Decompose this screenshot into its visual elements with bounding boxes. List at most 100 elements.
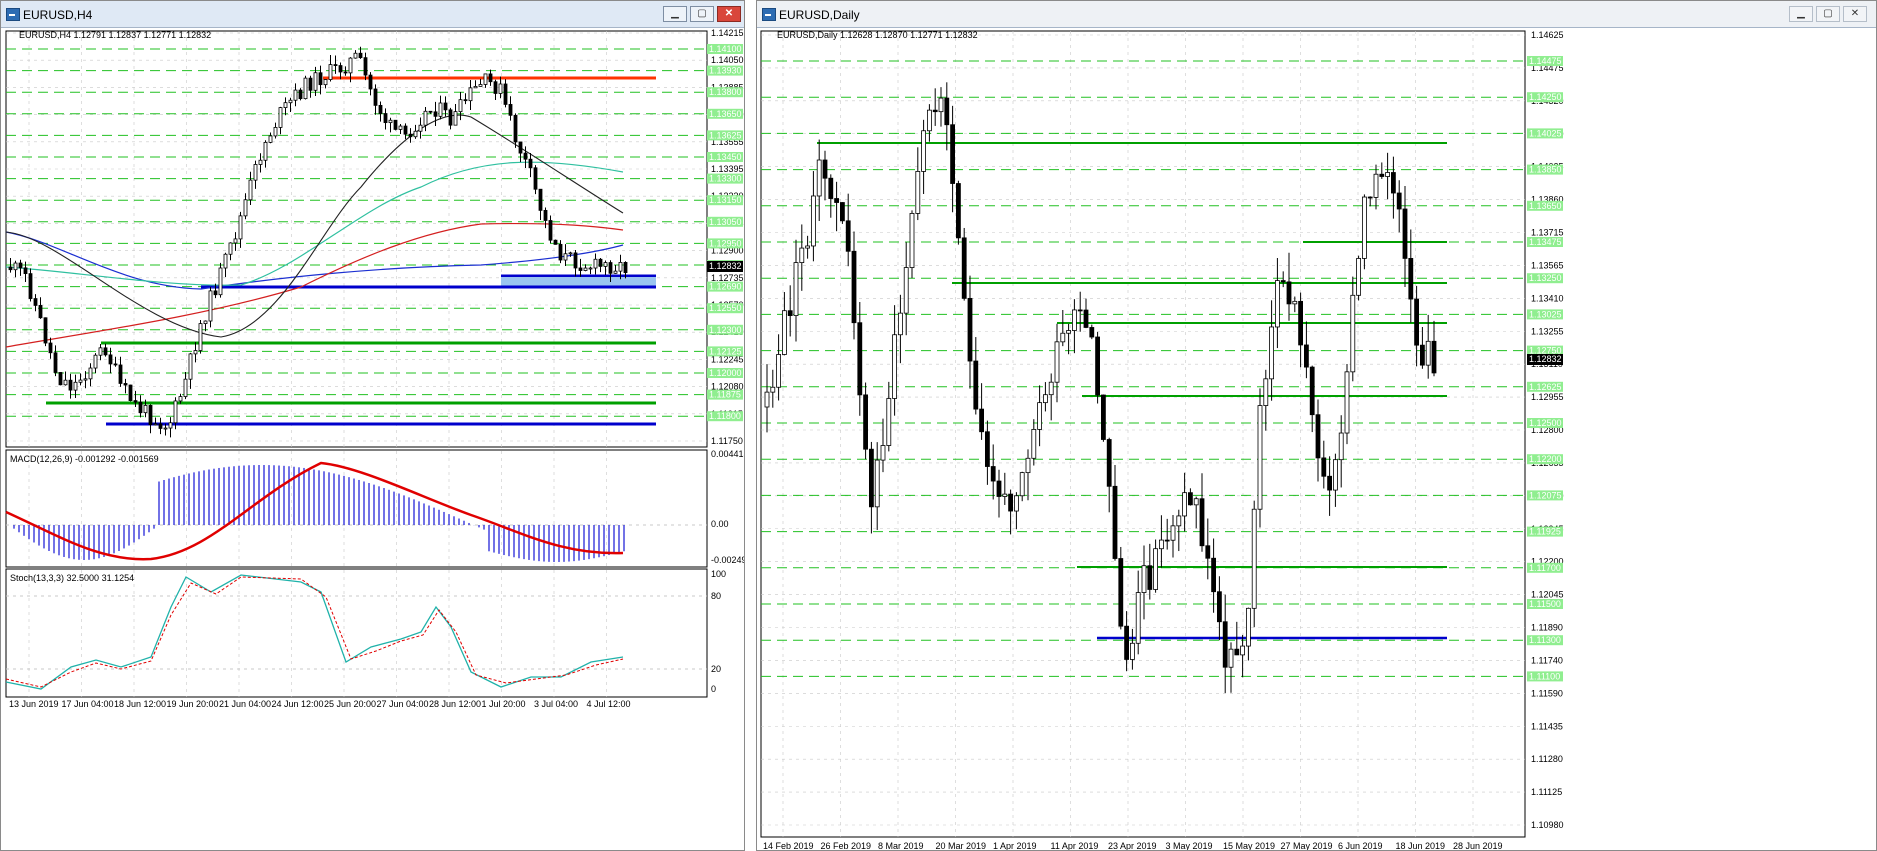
candle-body	[967, 297, 973, 362]
candle-body	[1362, 196, 1367, 259]
candle-body	[1106, 439, 1112, 487]
candle-body	[123, 383, 128, 386]
maximize-button[interactable]: ▢	[690, 6, 714, 22]
maximize-button[interactable]: ▢	[1816, 6, 1840, 22]
candle-body	[1066, 330, 1072, 334]
candle-body	[333, 64, 338, 66]
candle-body	[513, 114, 518, 143]
candle-body	[493, 81, 498, 94]
window-titlebar[interactable]: EURUSD,Daily ▁ ▢ ✕	[757, 1, 1876, 28]
price-scale-label: 1.11435	[1531, 721, 1563, 731]
candle-body	[851, 250, 857, 324]
candle-body	[886, 398, 892, 446]
h4-chart-canvas[interactable]: 1.142151.140501.138851.137201.135551.133…	[1, 27, 744, 850]
candle-body	[1420, 344, 1425, 366]
daily-pane-frame	[760, 30, 1526, 838]
candle-body	[23, 267, 28, 275]
candle-body	[468, 87, 473, 102]
candle-body	[278, 107, 283, 128]
candle-body	[979, 408, 985, 433]
candle-body	[1344, 371, 1350, 434]
candle-body	[892, 334, 898, 399]
candle-body	[1176, 515, 1182, 527]
candle-body	[1095, 336, 1101, 396]
macd-pane-frame	[5, 449, 708, 568]
candle-body	[1373, 173, 1379, 198]
candle-body	[1008, 493, 1014, 512]
candle-body	[593, 258, 598, 269]
minimize-button[interactable]: ▁	[663, 6, 687, 22]
daily-chart-canvas[interactable]: 1.146251.144751.143201.141701.140251.138…	[757, 27, 1876, 850]
candle-body	[453, 111, 458, 126]
candle-body	[955, 183, 961, 239]
level-tag: 1.13650	[1529, 201, 1562, 211]
window-titlebar[interactable]: EURUSD,H4 ▁ ▢ ✕	[1, 1, 744, 28]
candle-body	[48, 342, 53, 354]
candle-body	[863, 394, 868, 450]
candle-body	[921, 130, 927, 172]
close-button[interactable]: ✕	[1843, 6, 1867, 22]
price-scale-label: 1.13255	[1531, 326, 1564, 336]
current-price-tag: 1.12832	[1529, 354, 1562, 364]
time-axis-label: 15 May 2019	[1223, 841, 1275, 850]
candle-body	[228, 242, 233, 255]
level-tag: 1.11925	[1529, 527, 1561, 537]
window-eurusd-h4[interactable]: EURUSD,H4 ▁ ▢ ✕ 1.142151.140501.138851.1…	[0, 0, 745, 851]
candle-body	[473, 86, 478, 89]
level-tag: 1.12075	[1529, 490, 1562, 500]
level-tag: 1.13930	[709, 66, 742, 76]
candle-body	[193, 350, 198, 355]
candle-body	[1129, 642, 1135, 660]
candle-body	[343, 71, 348, 74]
candle-body	[1002, 493, 1008, 497]
candle-body	[463, 99, 468, 102]
candle-body	[1228, 648, 1234, 668]
candle-body	[1118, 558, 1124, 627]
candle-body	[1245, 607, 1251, 647]
time-axis-label: 27 May 2019	[1281, 841, 1333, 850]
level-tag: 1.13650	[709, 109, 742, 119]
candle-body	[118, 364, 123, 384]
candle-body	[413, 130, 418, 138]
time-axis-label: 28 Jun 12:00	[429, 699, 481, 709]
window-eurusd-daily[interactable]: EURUSD,Daily ▁ ▢ ✕ 1.146251.144751.14320…	[756, 0, 1877, 851]
candle-body	[488, 73, 493, 83]
stoch-main-line	[5, 574, 624, 690]
candle-body	[38, 305, 43, 319]
candle-body	[1327, 475, 1332, 491]
candle-body	[298, 89, 303, 100]
candle-body	[93, 354, 98, 369]
candle-body	[108, 354, 113, 365]
level-tag: 1.13800	[709, 87, 742, 97]
candle-body	[781, 310, 787, 355]
candle-body	[63, 379, 68, 386]
level-tag: 1.11700	[1529, 563, 1561, 573]
candle-body	[1025, 457, 1031, 474]
candle-body	[1199, 498, 1205, 547]
candle-body	[443, 102, 448, 111]
current-price-tag: 1.12832	[709, 261, 742, 271]
candle-body	[378, 104, 383, 114]
price-scale-label: 1.13395	[711, 164, 744, 174]
candle-body	[418, 124, 423, 132]
time-axis-label: 21 Jun 04:00	[219, 699, 271, 709]
candle-body	[869, 448, 874, 508]
candle-body	[608, 262, 613, 274]
minimize-button[interactable]: ▁	[1789, 6, 1813, 22]
candle-body	[148, 405, 153, 426]
candle-body	[787, 310, 793, 316]
candle-body	[283, 102, 288, 108]
stoch-signal-line	[5, 576, 624, 688]
minimize-icon: ▁	[671, 8, 679, 19]
level-tag: 1.14475	[1529, 56, 1562, 66]
level-tag: 1.13450	[709, 152, 742, 162]
close-button[interactable]: ✕	[717, 6, 741, 22]
candle-body	[183, 378, 188, 397]
candle-body	[433, 111, 438, 117]
candle-body	[538, 188, 543, 211]
window-title: EURUSD,H4	[23, 8, 93, 22]
candle-body	[845, 220, 851, 252]
candle-body	[553, 239, 558, 245]
candle-body	[263, 141, 268, 161]
candle-body	[168, 422, 173, 429]
